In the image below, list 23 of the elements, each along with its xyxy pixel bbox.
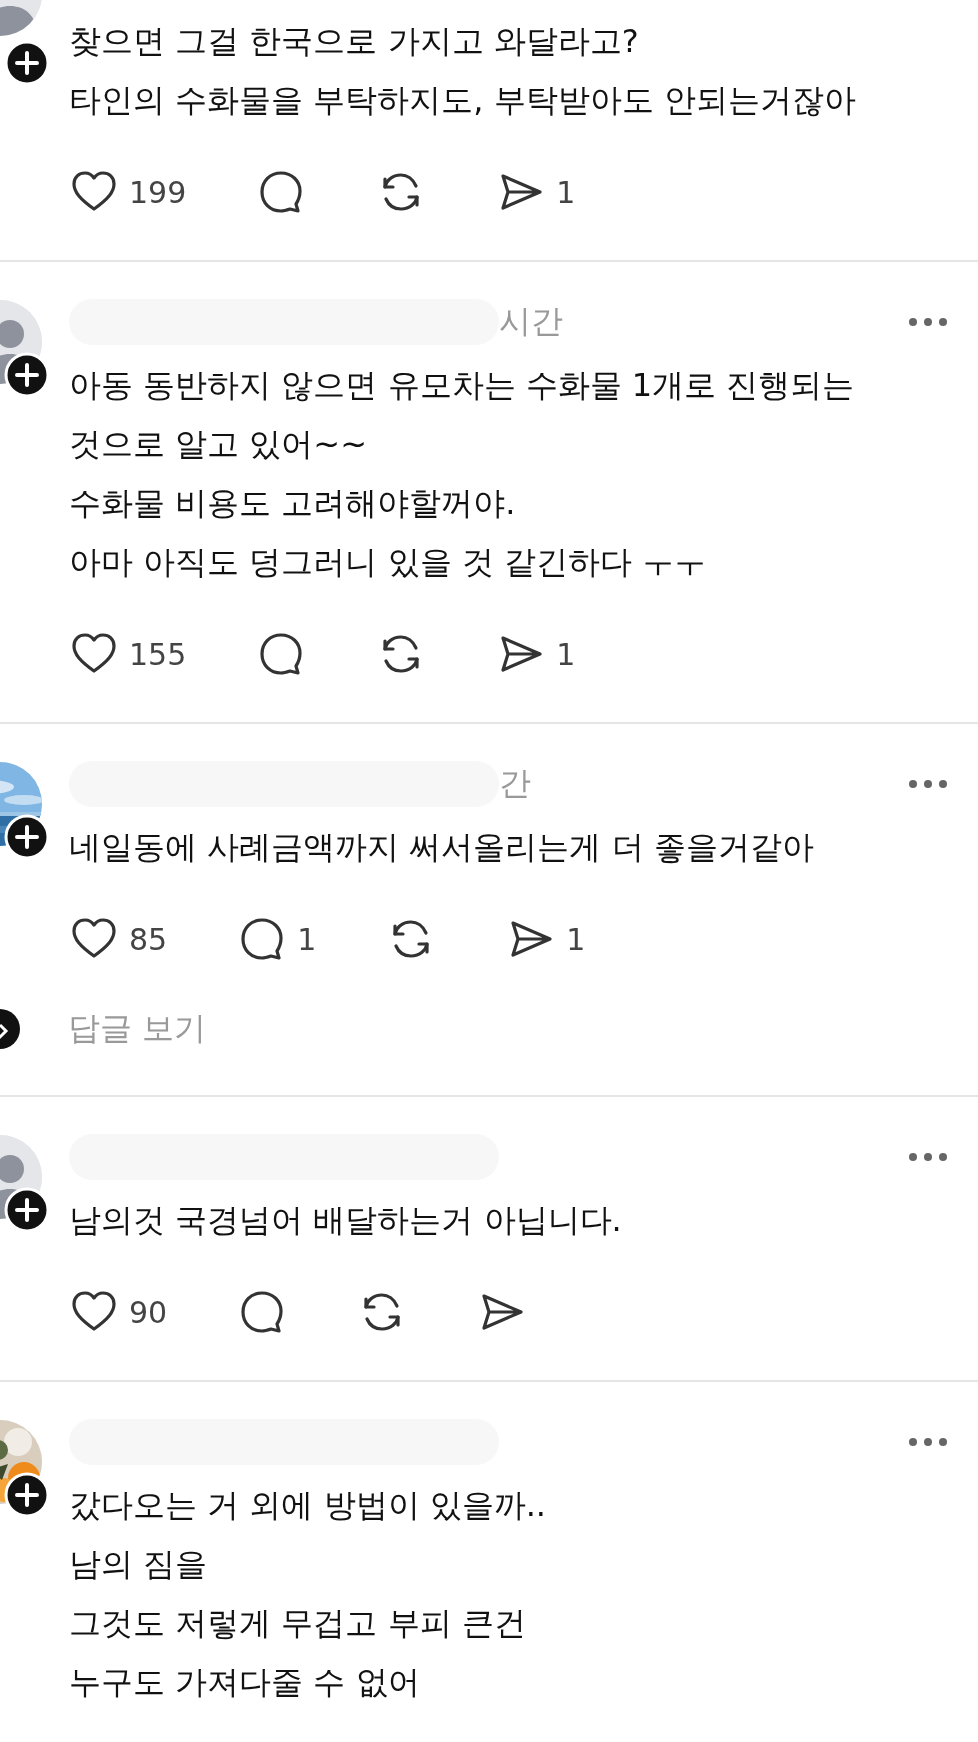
view-replies-link[interactable]: 답글 보기 bbox=[68, 1007, 207, 1051]
post-text-line: 찾으면 그걸 한국으로 가지고 와달라고? bbox=[69, 21, 640, 62]
post-text-line: 갔다오는 거 외에 방법이 있을까.. bbox=[69, 1485, 548, 1526]
count-label: 199 bbox=[129, 174, 187, 210]
count-label: 85 bbox=[129, 921, 168, 957]
post-text-line: 아마 아직도 덩그러니 있을 것 같긴하다 ㅜㅜ bbox=[69, 542, 708, 583]
post-text-line: 누구도 가져다줄 수 없어 bbox=[69, 1662, 421, 1703]
post-text-line: 수화물 비용도 고려해야할꺼야. bbox=[69, 483, 517, 524]
count-label: 1 bbox=[566, 921, 586, 957]
count-label: 1 bbox=[297, 921, 317, 957]
count-label: 155 bbox=[129, 636, 187, 672]
post-text-line: 남의것 국경넘어 배달하는거 아닙니다. bbox=[69, 1200, 623, 1241]
post-text-line: 아동 동반하지 않으면 유모차는 수화물 1개로 진행되는 bbox=[69, 365, 856, 406]
count-label: 1 bbox=[556, 174, 576, 210]
count-label: 1 bbox=[556, 636, 576, 672]
timestamp: 시간 bbox=[499, 301, 563, 342]
timestamp: 간 bbox=[499, 763, 531, 804]
count-label: 90 bbox=[129, 1294, 168, 1330]
post-text-line: 그것도 저렇게 무겁고 부피 큰건 bbox=[69, 1603, 527, 1644]
post-text-line: 남의 짐을 bbox=[69, 1544, 209, 1585]
post-text-line: 네일동에 사례금액까지 써서올리는게 더 좋을거같아 bbox=[69, 827, 815, 868]
post-text-line: 타인의 수화물을 부탁하지도, 부탁받아도 안되는거잖아 bbox=[69, 80, 857, 121]
post-text-line: 것으로 알고 있어~~ bbox=[69, 424, 368, 465]
